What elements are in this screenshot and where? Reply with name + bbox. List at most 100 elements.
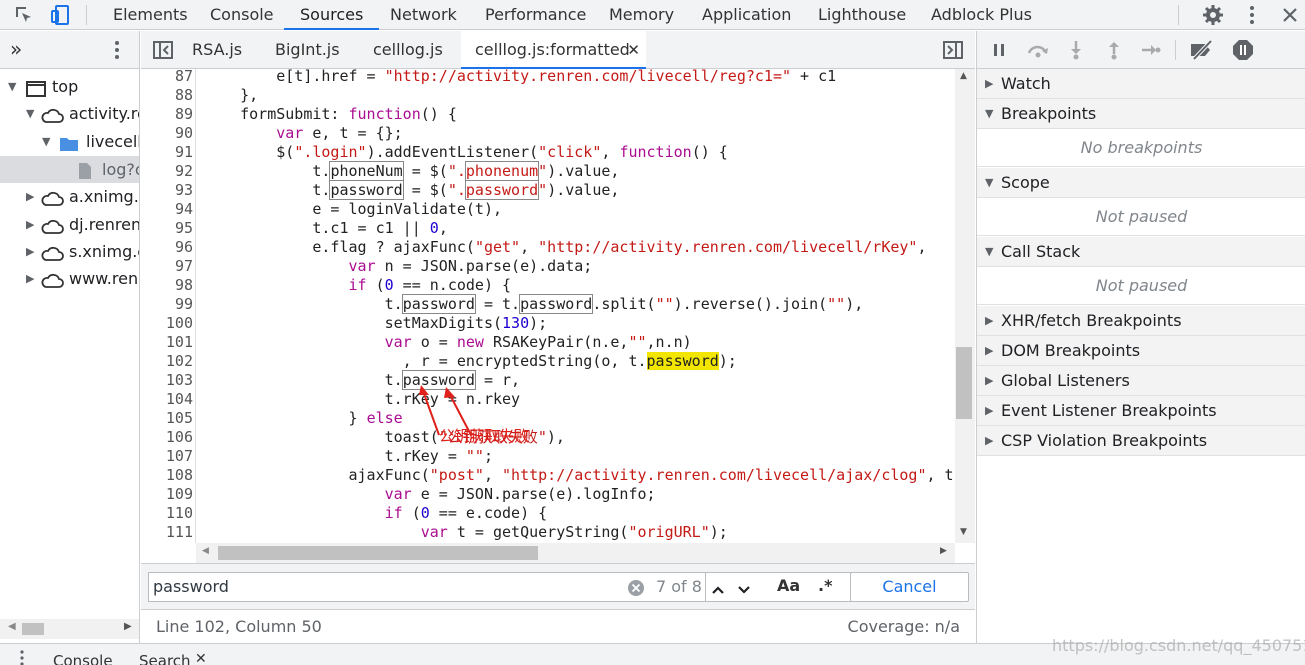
tree-item-log[interactable]: log?c xyxy=(0,156,139,183)
step-over-icon[interactable] xyxy=(1026,41,1050,63)
close-icon[interactable]: ✕ xyxy=(195,651,207,665)
section-watch[interactable]: ▶ Watch xyxy=(977,69,1305,99)
clear-search-icon[interactable] xyxy=(627,578,645,606)
scroll-left-icon[interactable]: ◀ xyxy=(8,621,16,632)
drawer-tab-search[interactable]: Search xyxy=(139,652,191,665)
more-options-icon[interactable] xyxy=(1240,3,1264,27)
step-icon[interactable] xyxy=(1141,42,1161,62)
regex-button[interactable]: .* xyxy=(818,576,832,595)
toolbar-divider xyxy=(1175,40,1176,60)
section-breakpoints[interactable]: ▼ Breakpoints xyxy=(977,99,1305,129)
line-number[interactable]: 105 xyxy=(143,409,193,428)
line-number[interactable]: 91 xyxy=(143,143,193,162)
section-dom-breakpoints[interactable]: ▶ DOM Breakpoints xyxy=(977,336,1305,366)
scroll-right-icon[interactable]: ▶ xyxy=(940,546,947,556)
step-into-icon[interactable] xyxy=(1068,40,1084,64)
scroll-down-icon[interactable]: ▼ xyxy=(960,527,967,537)
code-line: setMaxDigits(130); xyxy=(204,314,548,332)
line-number[interactable]: 93 xyxy=(143,181,193,200)
navigator-menu-icon[interactable] xyxy=(112,40,122,64)
previous-match-icon[interactable] xyxy=(710,579,726,607)
tab-application[interactable]: Application xyxy=(702,0,791,30)
line-number[interactable]: 103 xyxy=(143,371,193,390)
editor-tab-celllog[interactable]: celllog.js xyxy=(373,31,443,69)
tree-item-dj-renren[interactable]: ▶ dj.renren. xyxy=(0,211,139,238)
close-tab-icon[interactable]: ✕ xyxy=(627,31,640,69)
line-number[interactable]: 102 xyxy=(143,352,193,371)
line-number[interactable]: 97 xyxy=(143,257,193,276)
scroll-thumb[interactable] xyxy=(956,347,972,419)
code-editor[interactable]: 87 88 89 90 91 92 93 94 95 96 97 98 99 1… xyxy=(141,69,975,543)
section-event-listener-breakpoints[interactable]: ▶ Event Listener Breakpoints xyxy=(977,396,1305,426)
device-toolbar-icon[interactable] xyxy=(48,3,72,27)
line-number[interactable]: 88 xyxy=(143,86,193,105)
pause-icon[interactable] xyxy=(992,42,1006,62)
line-number[interactable]: 98 xyxy=(143,276,193,295)
scroll-up-icon[interactable]: ▲ xyxy=(960,71,967,81)
toggle-debugger-icon[interactable] xyxy=(943,41,963,63)
code-line: if (0 == e.code) { xyxy=(384,504,548,522)
line-number[interactable]: 100 xyxy=(143,314,193,333)
line-number[interactable]: 95 xyxy=(143,219,193,238)
scroll-thumb[interactable] xyxy=(218,546,538,560)
line-number[interactable]: 92 xyxy=(143,162,193,181)
tree-item-activity[interactable]: ▼ activity.re xyxy=(0,100,139,127)
line-number[interactable]: 101 xyxy=(143,333,193,352)
line-number[interactable]: 112 xyxy=(143,542,193,543)
editor-tab-celllog-formatted[interactable]: celllog.js:formatted ✕ xyxy=(461,31,646,69)
section-csp-violation-breakpoints[interactable]: ▶ CSP Violation Breakpoints xyxy=(977,426,1305,456)
scroll-right-icon[interactable]: ▶ xyxy=(124,621,132,632)
line-number[interactable]: 110 xyxy=(143,504,193,523)
section-scope[interactable]: ▼ Scope xyxy=(977,168,1305,198)
gear-icon[interactable] xyxy=(1201,3,1225,27)
tree-item-a-xnimg[interactable]: ▶ a.xnimg.c xyxy=(0,183,139,210)
next-match-icon[interactable] xyxy=(736,579,752,607)
line-number[interactable]: 109 xyxy=(143,485,193,504)
code-horizontal-scrollbar[interactable]: ◀ ▶ xyxy=(196,543,955,563)
editor-tab-rsa[interactable]: RSA.js xyxy=(192,31,242,69)
line-number[interactable]: 89 xyxy=(143,105,193,124)
section-call-stack[interactable]: ▼ Call Stack xyxy=(977,237,1305,267)
tree-item-label: www.renr xyxy=(69,269,140,288)
tree-item-s-xnimg[interactable]: ▶ s.xnimg.c xyxy=(0,238,139,265)
tab-console[interactable]: Console xyxy=(210,0,274,30)
pause-on-exceptions-icon[interactable] xyxy=(1232,39,1254,65)
drawer-tab-console[interactable]: Console xyxy=(53,652,113,665)
tree-item-top[interactable]: ▼ top xyxy=(0,73,139,100)
tab-adblock-plus[interactable]: Adblock Plus xyxy=(931,0,1032,30)
deactivate-breakpoints-icon[interactable] xyxy=(1189,39,1215,64)
tab-network[interactable]: Network xyxy=(390,0,457,30)
navigator-scrollbar[interactable]: ◀ ▶ xyxy=(0,619,139,639)
line-number[interactable]: 104 xyxy=(143,390,193,409)
line-number[interactable]: 106 xyxy=(143,428,193,447)
line-number[interactable]: 90 xyxy=(143,124,193,143)
code-vertical-scrollbar[interactable]: ▲ ▼ xyxy=(955,69,975,543)
scroll-thumb[interactable] xyxy=(22,623,44,635)
line-number[interactable]: 107 xyxy=(143,447,193,466)
line-number[interactable]: 108 xyxy=(143,466,193,485)
tab-elements[interactable]: Elements xyxy=(113,0,188,30)
tab-sources[interactable]: Sources xyxy=(284,0,380,30)
tree-item-www-renren[interactable]: ▶ www.renr xyxy=(0,265,140,292)
section-xhr-breakpoints[interactable]: ▶ XHR/fetch Breakpoints xyxy=(977,306,1305,336)
tab-performance[interactable]: Performance xyxy=(485,0,586,30)
toggle-navigator-icon[interactable] xyxy=(153,41,173,63)
tree-item-livecell[interactable]: ▼ livecell xyxy=(0,128,139,155)
step-out-icon[interactable] xyxy=(1106,40,1122,64)
more-tabs-icon[interactable]: » xyxy=(10,37,22,61)
line-number[interactable]: 99 xyxy=(143,295,193,314)
tab-memory[interactable]: Memory xyxy=(609,0,674,30)
cancel-button[interactable]: Cancel xyxy=(850,572,969,602)
drawer-menu-icon[interactable] xyxy=(18,648,26,665)
line-number[interactable]: 94 xyxy=(143,200,193,219)
match-case-button[interactable]: Aa xyxy=(777,576,800,595)
line-number[interactable]: 87 xyxy=(143,69,193,86)
editor-tab-bigint[interactable]: BigInt.js xyxy=(275,31,340,69)
tab-lighthouse[interactable]: Lighthouse xyxy=(818,0,906,30)
line-number[interactable]: 111 xyxy=(143,523,193,542)
inspect-element-icon[interactable] xyxy=(12,3,36,27)
scroll-left-icon[interactable]: ◀ xyxy=(202,546,209,556)
line-number[interactable]: 96 xyxy=(143,238,193,257)
close-icon[interactable] xyxy=(1278,3,1302,27)
section-global-listeners[interactable]: ▶ Global Listeners xyxy=(977,366,1305,396)
